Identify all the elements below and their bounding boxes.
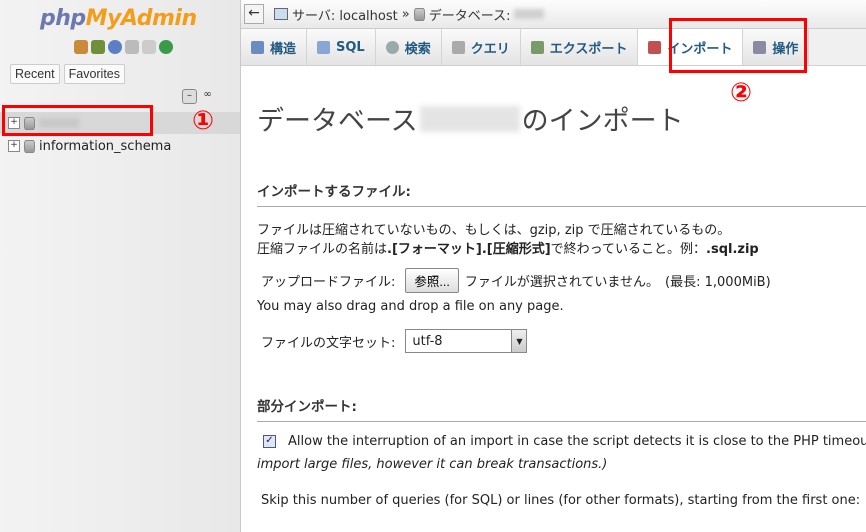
allow-interruption-checkbox[interactable]: ✓ bbox=[263, 435, 276, 448]
partial-import-heading: 部分インポート: bbox=[257, 395, 866, 422]
chevron-down-icon[interactable]: ▼ bbox=[511, 330, 527, 352]
phpmyadmin-logo[interactable]: phpMyAdmin bbox=[40, 6, 197, 31]
no-file-text: ファイルが選択されていません。 bbox=[464, 275, 660, 290]
charset-label: ファイルの文字セット: bbox=[261, 335, 396, 351]
tree-item-information-schema[interactable]: + information_schema bbox=[8, 136, 171, 156]
server-icon bbox=[274, 8, 288, 20]
tab-structure[interactable]: 構造 bbox=[241, 29, 308, 65]
export-icon bbox=[530, 40, 544, 54]
allow-interruption-text[interactable]: Allow the interruption of an import in c… bbox=[288, 434, 866, 449]
database-name[interactable]: information_schema bbox=[39, 139, 171, 154]
skip-queries-label: Skip this number of queries (for SQL) or… bbox=[261, 493, 861, 508]
max-size-text: (最長: 1,000MiB) bbox=[665, 275, 771, 290]
file-description-line2: 圧縮ファイルの名前は.[フォーマット].[圧縮形式]で終わっていること。例：.s… bbox=[257, 242, 759, 257]
allow-interruption-row: ✓ Allow the interruption of an import in… bbox=[263, 434, 866, 449]
breadcrumb-separator: » bbox=[401, 6, 410, 22]
page-title: データベース のインポート bbox=[257, 105, 684, 137]
query-icon bbox=[451, 40, 465, 54]
file-description-line1: ファイルは圧縮されていないもの、もしくは、gzip, zip で圧縮されているも… bbox=[257, 223, 731, 238]
expand-icon[interactable]: + bbox=[8, 140, 20, 152]
browse-button[interactable]: 参照... bbox=[405, 268, 459, 293]
search-icon bbox=[385, 40, 399, 54]
database-icon bbox=[413, 7, 425, 21]
breadcrumb-server[interactable]: サーバ: localhost bbox=[292, 5, 398, 24]
tab-search[interactable]: 検索 bbox=[375, 29, 442, 65]
back-arrow-icon[interactable]: ← bbox=[244, 4, 264, 24]
logout-icon[interactable] bbox=[91, 40, 105, 54]
highlight-box-import-tab bbox=[669, 18, 807, 73]
structure-icon bbox=[251, 40, 264, 54]
drag-drop-hint: You may also drag and drop a file on any… bbox=[257, 299, 564, 314]
tab-sql[interactable]: SQL bbox=[307, 29, 376, 65]
upload-row: アップロードファイル: 参照... ファイルが選択されていません。 (最長: 1… bbox=[261, 268, 771, 293]
allow-interruption-text-cont: import large files, however it can break… bbox=[257, 457, 608, 472]
main-content: データベース のインポート インポートするファイル: ファイルは圧縮されていないも… bbox=[241, 66, 866, 532]
quick-icons bbox=[74, 40, 173, 54]
tab-export[interactable]: エクスポート bbox=[520, 29, 639, 65]
favorites-button[interactable]: Favorites bbox=[63, 64, 126, 84]
upload-label: アップロードファイル: bbox=[261, 275, 396, 290]
reload-icon[interactable] bbox=[159, 40, 173, 54]
sql-icon bbox=[317, 40, 331, 54]
breadcrumb-database-blurred bbox=[514, 9, 545, 19]
file-section-heading: インポートするファイル: bbox=[257, 180, 866, 207]
home-icon[interactable] bbox=[74, 40, 88, 54]
tab-query[interactable]: クエリ bbox=[441, 29, 521, 65]
breadcrumb-database[interactable]: データベース: bbox=[429, 5, 511, 24]
docs-icon[interactable] bbox=[125, 40, 139, 54]
collapse-all-icon[interactable]: – bbox=[182, 89, 197, 104]
database-icon bbox=[24, 139, 35, 153]
charset-row: ファイルの文字セット: utf-8 ▼ bbox=[261, 329, 528, 353]
link-icon[interactable]: ∞ bbox=[201, 89, 214, 102]
navigation-panel: phpMyAdmin Recent Favorites – ∞ + + info… bbox=[0, 0, 241, 532]
settings-icon[interactable] bbox=[142, 40, 156, 54]
highlight-box-database bbox=[2, 105, 153, 136]
import-icon bbox=[648, 40, 662, 54]
annotation-marker-1: ① bbox=[192, 106, 215, 136]
recent-button[interactable]: Recent bbox=[10, 64, 60, 84]
title-database-blurred bbox=[419, 105, 520, 132]
charset-select[interactable]: utf-8 ▼ bbox=[405, 329, 528, 353]
help-icon[interactable] bbox=[108, 40, 122, 54]
